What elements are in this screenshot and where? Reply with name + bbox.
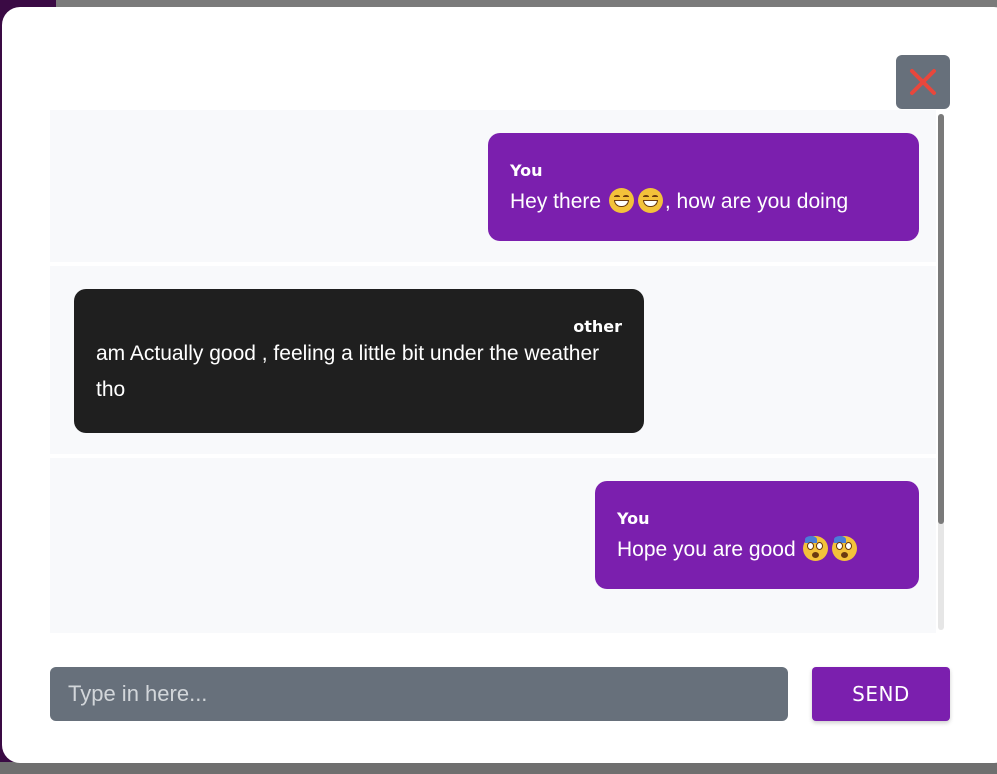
message-row: other am Actually good , feeling a littl… [50,266,936,454]
chat-messages[interactable]: You Hey there , how are you doing other … [50,110,936,633]
message-sender: You [510,161,543,180]
background-overlay [0,762,997,774]
close-button[interactable] [896,55,950,109]
message-sender: other [573,317,622,336]
message-bubble-you: You Hey there , how are you doing [488,133,919,241]
message-text: Hope you are good [617,532,897,568]
grinning-face-icon [637,188,663,213]
message-bubble-other: other am Actually good , feeling a littl… [74,289,644,433]
message-row: You Hey there , how are you doing [50,110,936,262]
flushed-face-icon [832,536,858,561]
message-row: You Hope you are good [50,458,936,633]
scrollbar-thumb[interactable] [938,114,944,524]
message-text: am Actually good , feeling a little bit … [96,342,600,401]
message-sender: You [617,509,650,528]
message-text: Hey there , how are you doing [510,188,849,213]
flushed-face-icon [803,536,829,561]
message-input[interactable] [50,667,788,721]
grinning-face-icon [608,188,634,213]
close-icon [910,69,936,95]
send-button[interactable]: SEND [812,667,950,721]
message-bubble-you: You Hope you are good [595,481,919,589]
